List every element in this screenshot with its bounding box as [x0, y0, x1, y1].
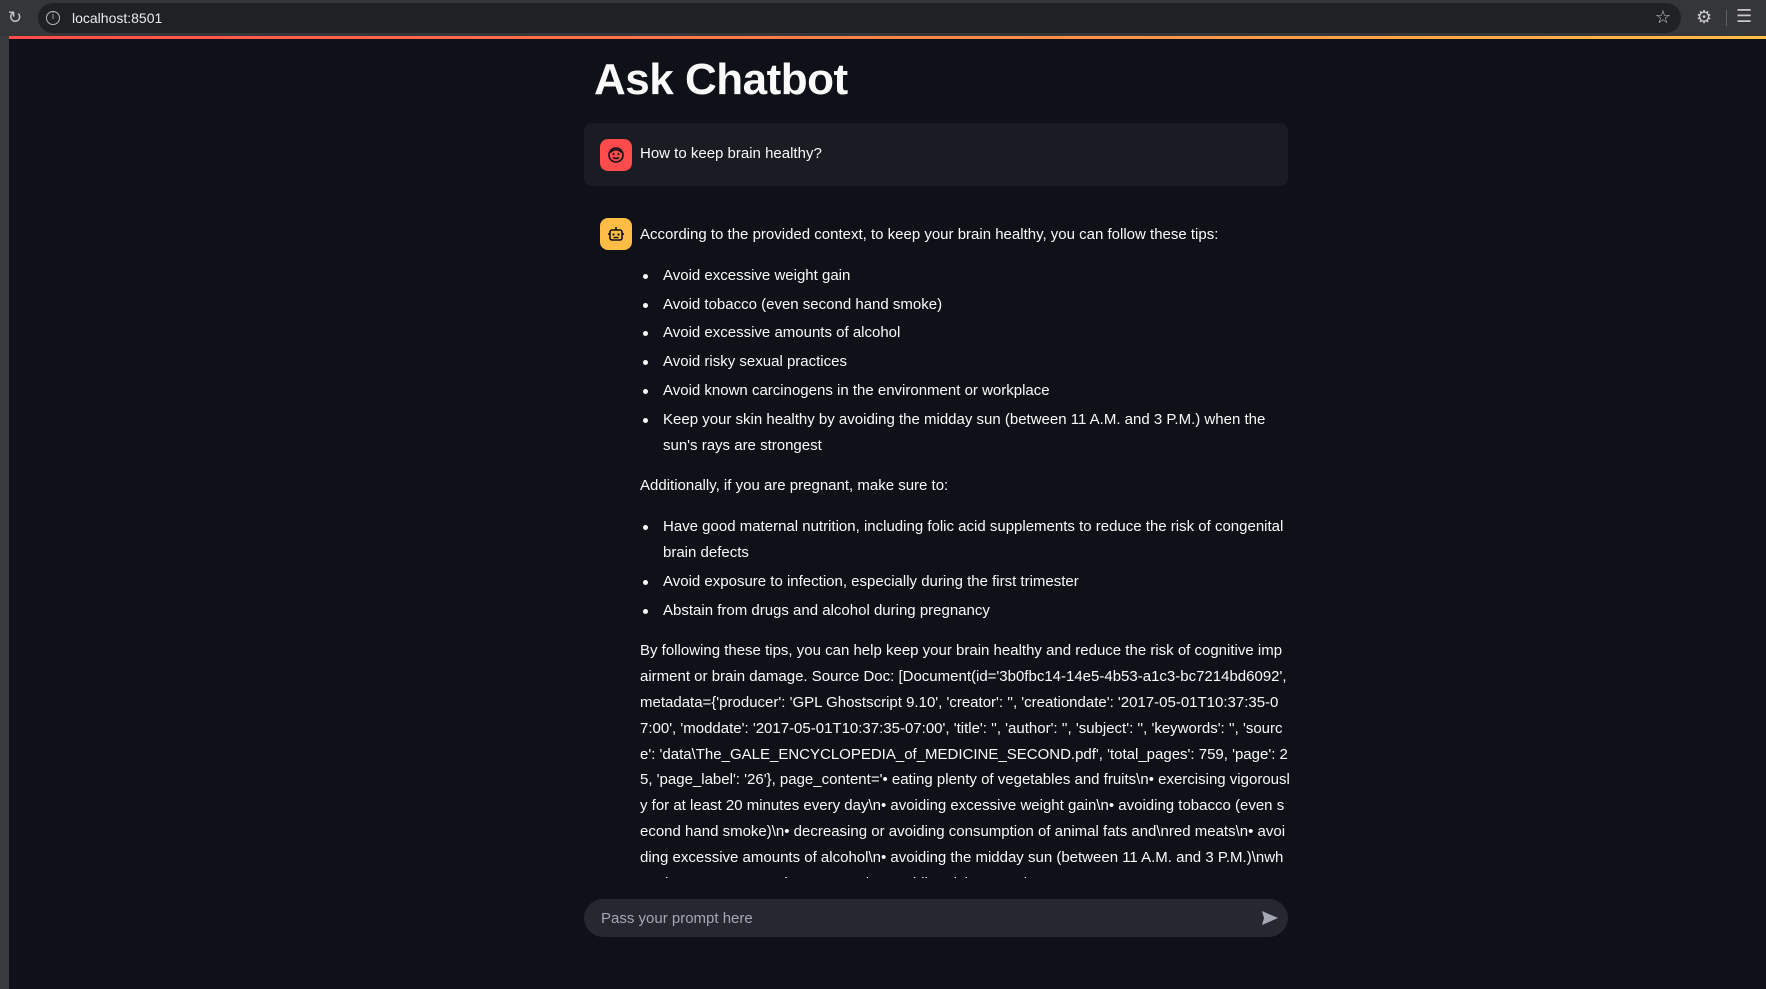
favorites-icon[interactable]: ☰ — [1736, 6, 1752, 27]
user-message: How to keep brain healthy? — [584, 123, 1288, 186]
send-button[interactable] — [1259, 907, 1281, 929]
address-bar[interactable]: i localhost:8501 ☆ — [38, 3, 1681, 33]
bookmark-star-icon[interactable]: ☆ — [1655, 7, 1671, 28]
pregnancy-intro: Additionally, if you are pregnant, make … — [640, 477, 949, 495]
url-text[interactable]: localhost:8501 — [72, 10, 162, 26]
list-item: Have good maternal nutrition, including … — [640, 514, 1290, 566]
user-face-icon — [600, 139, 632, 171]
brain-tips-list: Avoid excessive weight gain Avoid tobacc… — [640, 263, 1290, 459]
chat-prompt-input[interactable] — [584, 899, 1288, 937]
extensions-icon[interactable]: ⚙ — [1696, 7, 1712, 28]
send-icon — [1262, 911, 1278, 925]
assistant-message: According to the provided context, to ke… — [640, 222, 1290, 878]
list-item: Avoid known carcinogens in the environme… — [640, 378, 1290, 404]
reload-icon[interactable]: ↻ — [5, 9, 25, 27]
browser-toolbar: ↻ i localhost:8501 ☆ ⚙ ☰ — [0, 0, 1766, 36]
list-item: Avoid risky sexual practices — [640, 349, 1290, 375]
assistant-conclusion: By following these tips, you can help ke… — [640, 642, 1290, 878]
window-edge — [0, 36, 9, 989]
list-item: Abstain from drugs and alcohol during pr… — [640, 598, 1290, 624]
pregnancy-tips-list: Have good maternal nutrition, including … — [640, 514, 1290, 623]
list-item: Avoid tobacco (even second hand smoke) — [640, 292, 1290, 318]
list-item: Avoid excessive weight gain — [640, 263, 1290, 289]
toolbar-divider — [1726, 10, 1727, 26]
app-main: Ask Chatbot How to keep brain healthy? A… — [9, 39, 1766, 989]
robot-icon — [600, 218, 632, 250]
list-item: Avoid exposure to infection, especially … — [640, 569, 1290, 595]
assistant-intro: According to the provided context, to ke… — [640, 226, 1219, 243]
list-item: Keep your skin healthy by avoiding the m… — [640, 407, 1290, 459]
page-title: Ask Chatbot — [594, 55, 848, 104]
user-message-text: How to keep brain healthy? — [640, 145, 822, 162]
list-item: Avoid excessive amounts of alcohol — [640, 320, 1290, 346]
site-info-icon[interactable]: i — [46, 11, 60, 25]
